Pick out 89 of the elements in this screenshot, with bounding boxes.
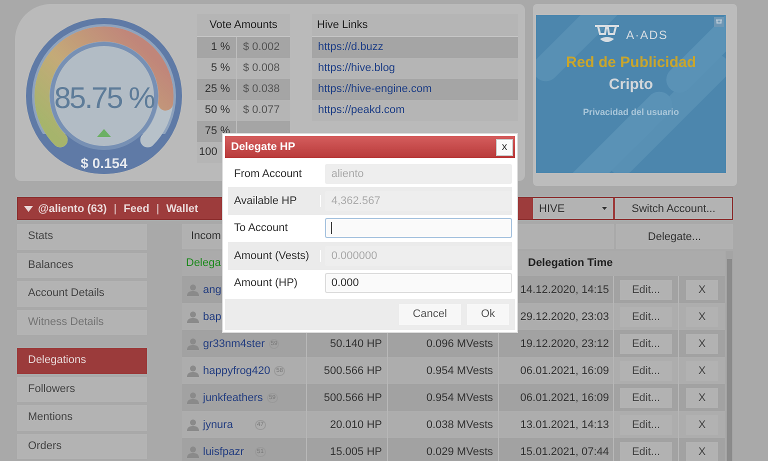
hp-amount: 500.566 HP [324, 364, 382, 376]
ad-feature: Privacidad del usuario [582, 107, 680, 117]
vests-amount: 0.029 MVests [426, 446, 493, 458]
input-field[interactable] [325, 218, 512, 238]
ad-headline: Red de Publicidad [566, 54, 696, 71]
scrollbar[interactable] [726, 251, 733, 461]
field-label: Amount (Vests) [228, 250, 322, 262]
delegation-time: 29.12.2020, 23:03 [520, 310, 609, 322]
sidebar-item[interactable]: Orders [17, 434, 147, 459]
voting-power-gauge: 85.75 % $ 0.154 [24, 16, 184, 176]
account-link[interactable]: gr33nm4ster [203, 338, 265, 350]
user-icon [187, 418, 199, 430]
remove-button[interactable]: X [686, 306, 718, 326]
hp-amount: 20.010 HP [330, 418, 382, 430]
account-link[interactable]: junkfeathers [203, 392, 263, 404]
hive-link[interactable]: https://hive.blog [318, 62, 396, 74]
edit-button[interactable]: Edit... [620, 442, 672, 461]
account-link[interactable]: luisfpazr [203, 446, 251, 458]
remove-button[interactable]: X [686, 280, 718, 300]
delegate-button[interactable]: Delegate... [616, 224, 733, 249]
hp-amount: 500.566 HP [324, 392, 382, 404]
remove-button[interactable]: X [686, 334, 718, 354]
column-header: Delega [186, 257, 221, 269]
user-icon [187, 310, 199, 322]
user-icon [187, 392, 199, 404]
edit-button[interactable]: Edit... [620, 280, 672, 300]
field-label: To Account [228, 222, 322, 234]
account-link[interactable]: happyfrog420 [203, 364, 270, 376]
user-icon [187, 446, 199, 458]
vests-amount: 0.096 MVests [426, 338, 493, 350]
dialog-button[interactable]: Ok [466, 304, 509, 325]
sidebar-item[interactable]: Stats [17, 224, 147, 250]
close-button[interactable]: x [496, 138, 513, 156]
vests-amount: 0.954 MVests [426, 364, 493, 376]
hp-amount: 15.005 HP [330, 446, 382, 458]
dialog-button[interactable]: Cancel [398, 304, 461, 325]
delegation-time: 13.01.2021, 14:13 [520, 418, 609, 430]
currency-select[interactable]: HIVE [533, 198, 615, 219]
remove-button[interactable]: X [686, 414, 718, 434]
remove-button[interactable]: X [686, 442, 718, 461]
field-label: Available HP [228, 195, 322, 208]
hive-link[interactable]: https://d.buzz [318, 41, 384, 53]
user-icon [187, 364, 199, 376]
user-icon [187, 338, 199, 350]
account-link[interactable]: Wallet [166, 202, 198, 214]
hive-link[interactable]: https://peakd.com [318, 104, 405, 116]
vote-percent: 1 % [197, 37, 237, 58]
switch-account-button[interactable]: Switch Account... [615, 198, 732, 219]
delegation-time: 15.01.2021, 07:44 [520, 446, 609, 458]
field-label: Amount (HP) [228, 277, 322, 290]
column-header: Delegation Time [528, 257, 613, 269]
separator: | [112, 202, 118, 214]
vote-amount: $ 0.038 [242, 82, 280, 97]
vests-amount: 0.954 MVests [426, 392, 493, 404]
delegation-time: 19.12.2020, 23:12 [520, 338, 609, 350]
dialog-title: Delegate HP [231, 141, 296, 153]
edit-button[interactable]: Edit... [620, 360, 672, 380]
ad-brand: A·ADS [626, 28, 668, 42]
delegation-time: 14.12.2020, 14:15 [520, 284, 609, 296]
caret-icon [602, 207, 607, 210]
sidebar-item[interactable]: Mentions [17, 405, 147, 430]
separator: | [155, 202, 160, 214]
vote-percent: 25 % [197, 79, 237, 100]
edit-button[interactable]: Edit... [620, 388, 672, 408]
vote-amount: $ 0.008 [242, 61, 280, 76]
remove-button[interactable]: X [686, 388, 718, 408]
caret-icon[interactable] [24, 206, 33, 212]
delegation-time: 06.01.2021, 16:09 [520, 364, 609, 376]
vote-amount: $ 0.002 [242, 40, 280, 55]
input-field[interactable]: 0.000 [325, 273, 512, 294]
field-label: From Account [228, 168, 322, 180]
hp-amount: 50.140 HP [330, 338, 382, 350]
account-link[interactable]: jynura [203, 418, 251, 430]
ad-info-icon[interactable] [714, 17, 724, 27]
vote-amount: $ 0.077 [242, 103, 280, 118]
sidebar-item[interactable]: Account Details [17, 281, 147, 306]
edit-button[interactable]: Edit... [620, 306, 672, 326]
account-link[interactable]: @aliento (63) [38, 202, 107, 214]
remove-button[interactable]: X [686, 360, 718, 380]
edit-button[interactable]: Edit... [620, 414, 672, 434]
account-link[interactable]: Feed [124, 202, 150, 214]
delegation-time: 06.01.2021, 16:09 [520, 392, 609, 404]
vests-amount: 0.038 MVests [426, 418, 493, 430]
sidebar-item[interactable]: Balances [17, 252, 147, 278]
sidebar-item[interactable]: Delegations [17, 348, 147, 374]
sidebar-item[interactable]: Followers [17, 376, 147, 402]
edit-button[interactable]: Edit... [620, 334, 672, 354]
user-icon [187, 284, 199, 296]
ad-subline: Cripto [608, 76, 654, 93]
